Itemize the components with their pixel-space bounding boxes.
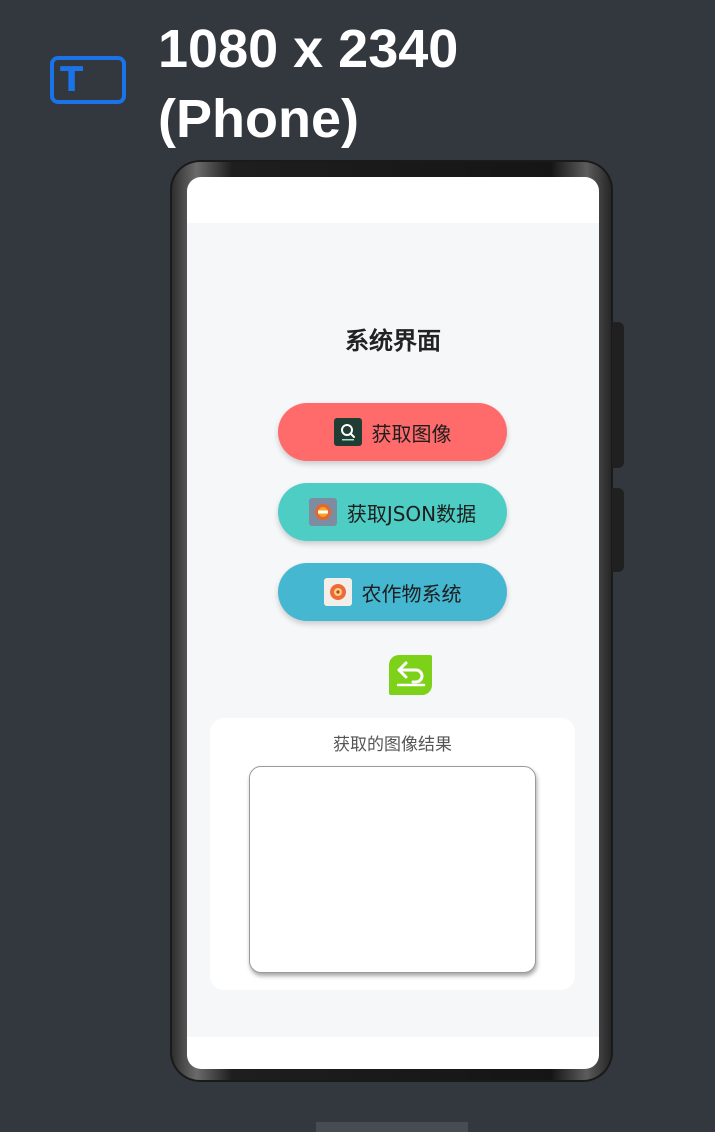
back-arrow-icon bbox=[395, 659, 427, 691]
phone-screen: 系统界面 获取图像 获取JSON数据 农作物系统 获取的图像结果 bbox=[187, 177, 599, 1069]
crop-system-label: 农作物系统 bbox=[361, 581, 462, 606]
device-icon-letter: T bbox=[60, 60, 84, 100]
get-image-button[interactable]: 获取图像 bbox=[278, 403, 507, 461]
result-card: 获取的图像结果 bbox=[210, 718, 575, 990]
home-indicator bbox=[316, 1122, 468, 1132]
get-image-label: 获取图像 bbox=[371, 421, 452, 446]
result-image-box bbox=[249, 766, 536, 973]
image-search-icon bbox=[333, 418, 362, 446]
page-title: 系统界面 bbox=[345, 327, 441, 355]
crop-flower-icon bbox=[323, 578, 352, 606]
tablet-text-icon: T bbox=[50, 56, 126, 104]
get-json-button[interactable]: 获取JSON数据 bbox=[278, 483, 507, 541]
json-badge-icon bbox=[308, 498, 337, 526]
device-resolution-title: 1080 x 2340 (Phone) bbox=[158, 19, 459, 149]
phone-power-button bbox=[612, 488, 624, 572]
get-json-label: 获取JSON数据 bbox=[346, 501, 477, 526]
result-label: 获取的图像结果 bbox=[333, 735, 452, 755]
app-content: 系统界面 获取图像 获取JSON数据 农作物系统 获取的图像结果 bbox=[187, 223, 599, 1037]
back-button[interactable] bbox=[389, 655, 432, 695]
crop-system-button[interactable]: 农作物系统 bbox=[278, 563, 507, 621]
phone-volume-button bbox=[612, 322, 624, 468]
